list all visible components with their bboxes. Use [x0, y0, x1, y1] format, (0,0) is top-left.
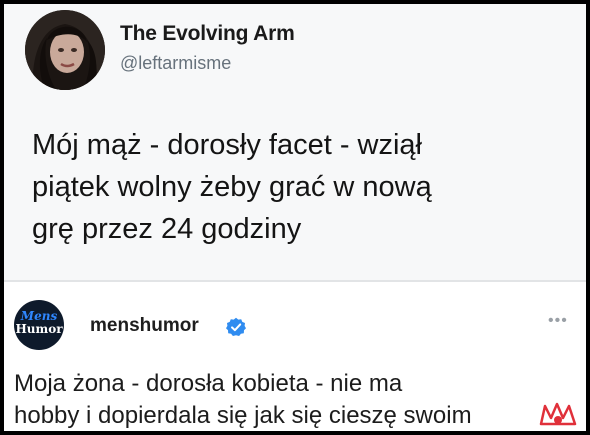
- post-caption: Moja żona - dorosła kobieta - nie ma hob…: [14, 368, 580, 431]
- tweet-display-name[interactable]: The Evolving Arm: [120, 22, 295, 46]
- avatar-logo-text: Humor: [15, 322, 63, 336]
- tweet-handle[interactable]: @leftarmisme: [120, 53, 231, 74]
- screenshot-frame: The Evolving Arm @leftarmisme Mój mąż - …: [4, 4, 586, 431]
- avatar-logo-text: Mens: [20, 309, 58, 323]
- more-options-icon[interactable]: •••: [548, 312, 568, 330]
- tweet-card: The Evolving Arm @leftarmisme Mój mąż - …: [4, 4, 586, 280]
- watermark-logo-icon: [539, 402, 577, 426]
- avatar-portrait-image: [25, 10, 105, 90]
- post-caption-line: hobby i dopierdala się jak się cieszę sw…: [14, 402, 472, 429]
- tweet-avatar[interactable]: [25, 10, 105, 90]
- tweet-text-line: Mój mąż - dorosły facet - wziął: [32, 129, 422, 161]
- verified-badge-icon: [226, 317, 246, 336]
- tweet-text-line: grę przez 24 godziny: [32, 213, 302, 245]
- post-caption-line: Moja żona - dorosła kobieta - nie ma: [14, 370, 403, 397]
- instagram-post: Mens Humor menshumor ••• Moja żona - dor…: [4, 282, 586, 431]
- post-avatar[interactable]: Mens Humor: [14, 300, 64, 350]
- post-username[interactable]: menshumor: [90, 315, 199, 337]
- tweet-text-line: piątek wolny żeby grać w nową: [32, 171, 432, 203]
- tweet-text: Mój mąż - dorosły facet - wziął piątek w…: [32, 124, 572, 250]
